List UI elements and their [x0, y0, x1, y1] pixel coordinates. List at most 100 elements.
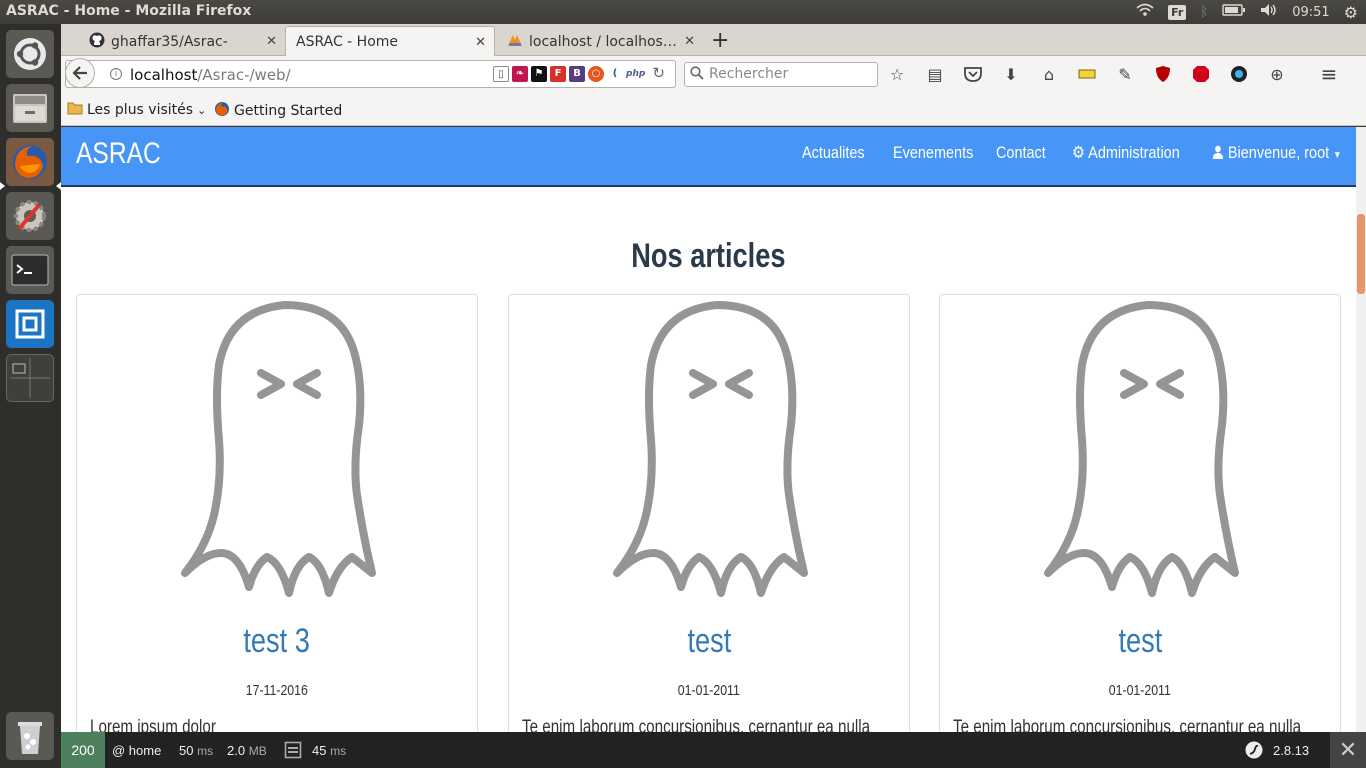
close-tab-icon[interactable]: ✕ — [684, 34, 695, 49]
close-tab-icon[interactable]: ✕ — [475, 35, 486, 50]
bookmark-getting-started[interactable]: Getting Started — [214, 101, 342, 121]
trash-icon[interactable] — [6, 712, 54, 760]
back-arrow-icon[interactable] — [65, 58, 95, 88]
ghost-placeholder-icon — [181, 301, 376, 597]
nav-link-contact[interactable]: Contact — [996, 143, 1046, 163]
jquery-icon[interactable]: ( — [607, 66, 623, 82]
downloads-icon[interactable]: ⬇ — [1001, 64, 1021, 84]
user-dropdown-toggle[interactable]: Bienvenue, root ▼ — [1212, 143, 1342, 163]
firefox-app-icon[interactable] — [6, 138, 54, 186]
article-title-link[interactable]: test — [509, 622, 909, 661]
network-globe-icon[interactable]: ⊕ — [1267, 64, 1287, 84]
tab-label: localhost / localhos… — [529, 33, 677, 50]
article-card: test 01-01-2011 Te enim laborum concursi… — [508, 294, 910, 732]
search-bar[interactable]: Rechercher — [684, 62, 878, 87]
db-query-time[interactable]: 45 ms — [312, 743, 346, 758]
ubuntu-dash-icon[interactable] — [6, 30, 54, 78]
url-path: /Asrac-/web/ — [197, 66, 291, 84]
reload-icon[interactable]: ↻ — [652, 64, 665, 82]
bookmarks-toolbar: Les plus visités ⌄ Getting Started — [61, 94, 1366, 126]
address-bar-extensions: ▯ ❧ ⚑ F B ○ ( php — [493, 66, 645, 82]
home-icon[interactable]: ⌂ — [1039, 64, 1059, 84]
bootstrap-icon[interactable]: B — [569, 66, 585, 82]
adblock-plus-icon[interactable] — [1191, 64, 1211, 84]
article-excerpt: Lorem ipsum dolor — [90, 717, 216, 732]
bookmark-most-visited[interactable]: Les plus visités ⌄ — [67, 101, 206, 119]
ghost-placeholder-icon — [613, 301, 808, 597]
system-tray: Fr ᛒ 09:51 ⚙ — [1136, 0, 1358, 24]
url-host: localhost — [130, 66, 198, 84]
article-excerpt: Te enim laborum concursionibus, cernantu… — [953, 717, 1302, 732]
caret-down-icon: ▼ — [1333, 150, 1342, 161]
bookmarks-list-icon[interactable]: ▤ — [925, 64, 945, 84]
files-app-icon[interactable] — [6, 84, 54, 132]
close-tab-icon[interactable]: ✕ — [266, 34, 277, 49]
flag-extension-icon[interactable]: ⚑ — [531, 66, 547, 82]
eyedropper-icon[interactable]: ✎ — [1115, 64, 1135, 84]
hamburger-menu-icon[interactable]: ≡ — [1319, 62, 1339, 86]
url-bar[interactable]: i localhost/Asrac-/web/ ▯ ❧ ⚑ F B ○ ( ph… — [65, 60, 676, 88]
session-gear-icon[interactable]: ⚙ — [1344, 3, 1358, 22]
search-icon — [690, 66, 704, 84]
tab-github[interactable]: ghaffar35/Asrac- ✕ — [79, 27, 285, 56]
color-extension-icon[interactable] — [1229, 64, 1249, 84]
measure-extension-icon[interactable] — [1077, 64, 1097, 84]
symfony-version[interactable]: 2.8.13 — [1273, 743, 1309, 758]
reader-view-icon[interactable]: ▯ — [493, 66, 509, 82]
brackets-app-icon[interactable] — [6, 300, 54, 348]
request-time[interactable]: 50 ms — [179, 743, 213, 758]
system-settings-icon[interactable] — [6, 192, 54, 240]
site-navbar: ASRAC Actualites Evenements Contact ⚙ Ad… — [61, 127, 1356, 187]
nav-link-administration[interactable]: ⚙ Administration — [1072, 143, 1180, 163]
unity-launcher — [0, 24, 61, 768]
db-icon[interactable] — [284, 741, 302, 762]
url-text[interactable]: localhost/Asrac-/web/ — [130, 66, 291, 84]
extension-leaf-icon[interactable]: ❧ — [512, 66, 528, 82]
bookmark-label: Les plus visités — [87, 102, 194, 118]
tab-phpmyadmin[interactable]: localhost / localhos… ✕ — [497, 27, 703, 56]
memory-usage[interactable]: 2.0 MB — [227, 743, 267, 758]
bookmark-star-icon[interactable]: ☆ — [887, 64, 907, 84]
bookmark-label: Getting Started — [234, 103, 343, 119]
nav-link-label: Administration — [1088, 143, 1180, 162]
route-name[interactable]: @ home — [112, 743, 161, 758]
ubuntu-extension-icon[interactable]: ○ — [588, 66, 604, 82]
phpmyadmin-icon — [507, 33, 523, 51]
bluetooth-icon[interactable]: ᛒ — [1200, 5, 1208, 20]
tab-asrac-home[interactable]: ASRAC - Home ✕ — [285, 26, 495, 57]
site-brand-link[interactable]: ASRAC — [76, 137, 161, 171]
article-title-link[interactable]: test 3 — [77, 622, 477, 661]
new-tab-plus-icon[interactable]: + — [711, 28, 729, 53]
search-placeholder: Rechercher — [709, 66, 789, 82]
status-code-badge[interactable]: 200 — [61, 732, 105, 768]
workspace-switcher-icon[interactable] — [6, 354, 54, 402]
nav-link-evenements[interactable]: Evenements — [893, 143, 973, 163]
pocket-icon[interactable] — [963, 64, 983, 84]
battery-icon[interactable] — [1222, 4, 1246, 20]
article-date: 17-11-2016 — [245, 682, 309, 699]
symfony-logo-icon[interactable] — [1245, 741, 1263, 762]
clock[interactable]: 09:51 — [1292, 5, 1329, 20]
php-icon[interactable]: php — [626, 66, 645, 82]
wifi-icon[interactable] — [1136, 3, 1154, 21]
article-title-link[interactable]: test — [940, 622, 1340, 661]
firebug-icon[interactable]: F — [550, 66, 566, 82]
nav-link-actualites[interactable]: Actualites — [802, 143, 865, 163]
site-info-icon[interactable]: i — [110, 68, 122, 80]
symfony-debug-toolbar: 200 @ home 50 ms 2.0 MB 45 ms 2.8.13 ✕ — [61, 732, 1366, 768]
ghost-placeholder-icon — [1044, 301, 1239, 597]
page-scrollbar-thumb[interactable] — [1357, 214, 1365, 294]
ublock-icon[interactable] — [1153, 64, 1173, 84]
active-app-indicator — [0, 182, 5, 190]
terminal-app-icon[interactable] — [6, 246, 54, 294]
volume-icon[interactable] — [1260, 3, 1278, 21]
cog-icon: ⚙ — [1072, 143, 1089, 162]
web-page-viewport: ASRAC Actualites Evenements Contact ⚙ Ad… — [61, 127, 1356, 732]
close-toolbar-icon[interactable]: ✕ — [1330, 732, 1366, 768]
article-date: 01-01-2011 — [677, 682, 741, 699]
tab-label: ASRAC - Home — [296, 34, 399, 50]
github-icon — [89, 32, 105, 52]
keyboard-layout-indicator[interactable]: Fr — [1168, 4, 1187, 20]
article-excerpt: Te enim laborum concursionibus, cernantu… — [522, 717, 871, 732]
firefox-icon — [214, 101, 230, 121]
